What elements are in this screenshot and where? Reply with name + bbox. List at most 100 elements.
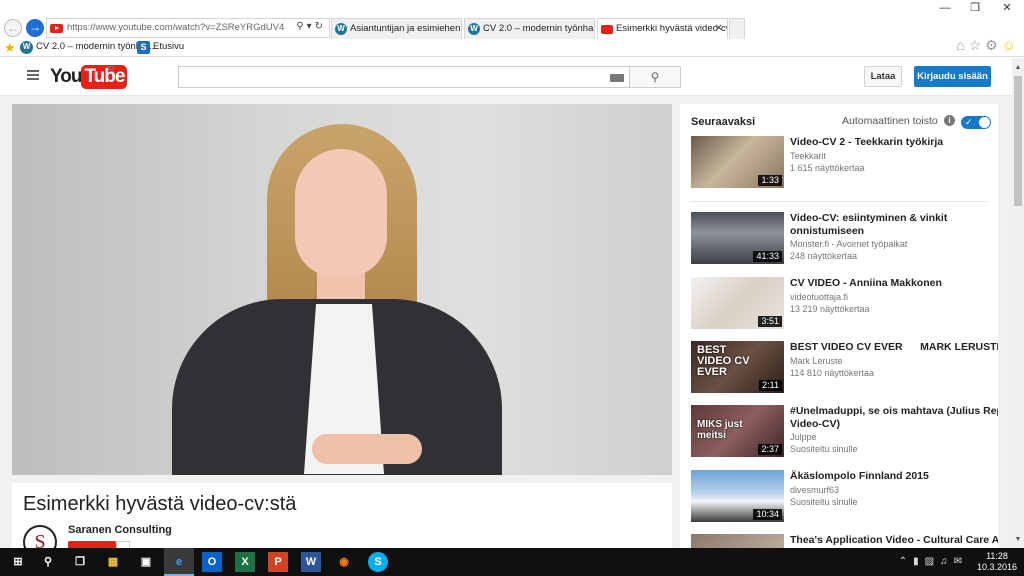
thumbnail-overlay-text: BEST VIDEO CV EVER bbox=[697, 344, 750, 378]
youtube-logo[interactable]: You Tube FI bbox=[50, 65, 128, 89]
related-video-views: 13 219 näyttökertaa bbox=[790, 304, 870, 314]
tab-label: Esimerkki hyvästä video-cvs... bbox=[616, 23, 727, 34]
related-video-views: Suositeltu sinulle bbox=[790, 444, 858, 454]
related-video-item[interactable]: 3:51 CV VIDEO - Anniina Makkonen videotu… bbox=[691, 277, 991, 331]
video-duration: 41:33 bbox=[753, 251, 782, 262]
video-thumbnail[interactable]: 10:34 bbox=[691, 470, 784, 522]
video-thumbnail[interactable]: 41:33 bbox=[691, 212, 784, 264]
related-video-item[interactable]: MIKS just meitsi 2:37 #Unelmaduppi, se o… bbox=[691, 405, 998, 459]
task-view-icon[interactable]: ❐ bbox=[70, 552, 90, 572]
related-video-item[interactable]: Thea's Application Video - Cultural Care… bbox=[691, 534, 998, 548]
windows-start-icon[interactable]: ⊞ bbox=[8, 552, 28, 572]
address-url[interactable]: https://www.youtube.com/watch?v=ZSReYRGd… bbox=[67, 22, 284, 33]
sign-in-button[interactable]: Kirjaudu sisään bbox=[914, 66, 991, 87]
related-video-title[interactable]: Thea's Application Video - Cultural Care… bbox=[790, 534, 998, 547]
browser-chrome: — ❐ ✕ ← → https://www.youtube.com/watch?… bbox=[0, 0, 1024, 58]
video-thumbnail[interactable] bbox=[691, 534, 784, 548]
search-icon[interactable]: ⚲ bbox=[38, 552, 58, 572]
outlook-icon[interactable]: O bbox=[202, 552, 222, 572]
search-icon: ⚲ bbox=[650, 70, 660, 84]
related-video-title[interactable]: Äkäslompolo Finnland 2015 bbox=[790, 470, 990, 483]
scrollbar-thumb[interactable] bbox=[1014, 76, 1022, 206]
related-video-title[interactable]: #Unelmaduppi, se ois mahtava (Julius Rep… bbox=[790, 405, 998, 430]
related-video-title[interactable]: BEST VIDEO CV EVER MARK LERUSTE bbox=[790, 341, 998, 354]
info-icon[interactable]: i bbox=[944, 115, 955, 126]
taskbar-clock[interactable]: 11:28 10.3.2016 bbox=[975, 551, 1019, 573]
scroll-down-icon[interactable]: ▼ bbox=[1012, 534, 1024, 546]
battery-icon[interactable]: ▮ bbox=[913, 556, 925, 567]
skype-icon[interactable]: S bbox=[368, 552, 388, 572]
video-info-card: Esimerkki hyvästä video-cv:stä S Saranen… bbox=[12, 483, 672, 559]
video-duration: 10:34 bbox=[753, 509, 782, 520]
video-frame-figure-face bbox=[295, 149, 387, 277]
clock-time: 11:28 bbox=[986, 551, 1008, 561]
system-tray[interactable]: ⌃▮▨♫✉ bbox=[899, 556, 968, 567]
favorites-add-star-icon[interactable]: ★ bbox=[4, 40, 16, 56]
forward-button[interactable]: → bbox=[26, 19, 44, 37]
tab-label: CV 2.0 – modernin työnhaun yt... bbox=[483, 23, 594, 34]
guide-menu-icon[interactable] bbox=[27, 70, 39, 80]
video-thumbnail[interactable]: 1:33 bbox=[691, 136, 784, 188]
tab-label: Asiantuntijan ja esimiehen työ... bbox=[350, 23, 461, 34]
minimize-icon[interactable]: — bbox=[930, 0, 960, 17]
upload-button[interactable]: Lataa bbox=[864, 66, 902, 87]
wordpress-icon: W bbox=[468, 23, 480, 35]
related-video-channel: Julppe bbox=[790, 432, 817, 442]
scroll-up-icon[interactable]: ▲ bbox=[1012, 62, 1024, 74]
related-video-views: 248 näyttökertaa bbox=[790, 251, 858, 261]
video-frame-figure-hands bbox=[312, 434, 422, 464]
store-icon[interactable]: ▣ bbox=[136, 552, 156, 572]
tray-overflow-icon[interactable]: ⌃ bbox=[899, 556, 913, 567]
related-video-item[interactable]: 41:33 Video-CV: esiintyminen & vinkit on… bbox=[691, 212, 991, 266]
channel-name[interactable]: Saranen Consulting bbox=[68, 524, 172, 536]
related-video-item[interactable]: BEST VIDEO CV EVER 2:11 BEST VIDEO CV EV… bbox=[691, 341, 998, 395]
wordpress-icon: W bbox=[335, 23, 347, 35]
autoplay-label: Automaattinen toisto bbox=[842, 115, 938, 127]
file-explorer-icon[interactable]: ▦ bbox=[103, 552, 123, 572]
new-tab-button[interactable] bbox=[729, 18, 745, 39]
related-video-item[interactable]: 10:34 Äkäslompolo Finnland 2015 divesmur… bbox=[691, 470, 991, 524]
address-search-refresh-icons[interactable]: ⚲▾↻ bbox=[296, 21, 326, 32]
search-button[interactable]: ⚲ bbox=[629, 66, 681, 88]
excel-icon[interactable]: X bbox=[235, 552, 255, 572]
tab-1[interactable]: W Asiantuntijan ja esimiehen työ... bbox=[331, 18, 462, 39]
logo-country-code: FI bbox=[107, 65, 115, 74]
close-tab-icon[interactable]: ✕ bbox=[715, 19, 723, 38]
video-thumbnail[interactable]: BEST VIDEO CV EVER 2:11 bbox=[691, 341, 784, 393]
address-bar[interactable]: https://www.youtube.com/watch?v=ZSReYRGd… bbox=[46, 18, 330, 38]
internet-explorer-icon[interactable]: e bbox=[164, 548, 194, 576]
back-button[interactable]: ← bbox=[4, 19, 22, 37]
related-video-views: Suositeltu sinulle bbox=[790, 497, 858, 507]
video-thumbnail[interactable]: MIKS just meitsi 2:37 bbox=[691, 405, 784, 457]
search-input[interactable] bbox=[178, 66, 630, 88]
toggle-knob bbox=[979, 117, 990, 128]
favorite-item-cv20[interactable]: W CV 2.0 – modernin työnha... bbox=[20, 41, 154, 54]
page-scrollbar[interactable]: ▲ ▼ bbox=[1012, 58, 1024, 548]
powerpoint-icon[interactable]: P bbox=[268, 552, 288, 572]
video-thumbnail[interactable]: 3:51 bbox=[691, 277, 784, 329]
keyboard-icon[interactable] bbox=[610, 74, 624, 82]
word-icon[interactable]: W bbox=[301, 552, 321, 572]
tab-2[interactable]: W CV 2.0 – modernin työnhaun yt... bbox=[464, 18, 595, 39]
clock-date: 10.3.2016 bbox=[976, 562, 1018, 572]
youtube-masthead: You Tube FI ⚲ Lataa Kirjaudu sisään bbox=[0, 58, 1012, 96]
favorite-item-etusivu[interactable]: S Etusivu bbox=[137, 41, 184, 54]
related-video-item[interactable]: 1:33 Video-CV 2 - Teekkarin työkirja Tee… bbox=[691, 136, 991, 190]
video-duration: 2:11 bbox=[759, 380, 782, 391]
notifications-icon[interactable]: ✉ bbox=[954, 556, 968, 567]
volume-icon[interactable]: ♫ bbox=[940, 556, 954, 567]
autoplay-toggle[interactable]: ✓ bbox=[961, 116, 991, 129]
close-window-icon[interactable]: ✕ bbox=[992, 0, 1022, 17]
related-video-title[interactable]: CV VIDEO - Anniina Makkonen bbox=[790, 277, 990, 290]
video-duration: 2:37 bbox=[758, 444, 782, 455]
video-duration: 1:33 bbox=[758, 175, 782, 186]
video-player[interactable] bbox=[12, 104, 672, 475]
restore-icon[interactable]: ❐ bbox=[960, 0, 990, 17]
related-video-channel: Teekkarit bbox=[790, 151, 827, 161]
firefox-icon[interactable]: ◉ bbox=[334, 552, 354, 572]
network-icon[interactable]: ▨ bbox=[925, 556, 940, 567]
tab-3-active[interactable]: Esimerkki hyvästä video-cvs... ✕ bbox=[597, 18, 728, 39]
favorites-bar: ★ W CV 2.0 – modernin työnha... S Etusiv… bbox=[0, 39, 1024, 57]
related-video-title[interactable]: Video-CV 2 - Teekkarin työkirja bbox=[790, 136, 990, 149]
related-video-title[interactable]: Video-CV: esiintyminen & vinkit onnistum… bbox=[790, 212, 990, 237]
